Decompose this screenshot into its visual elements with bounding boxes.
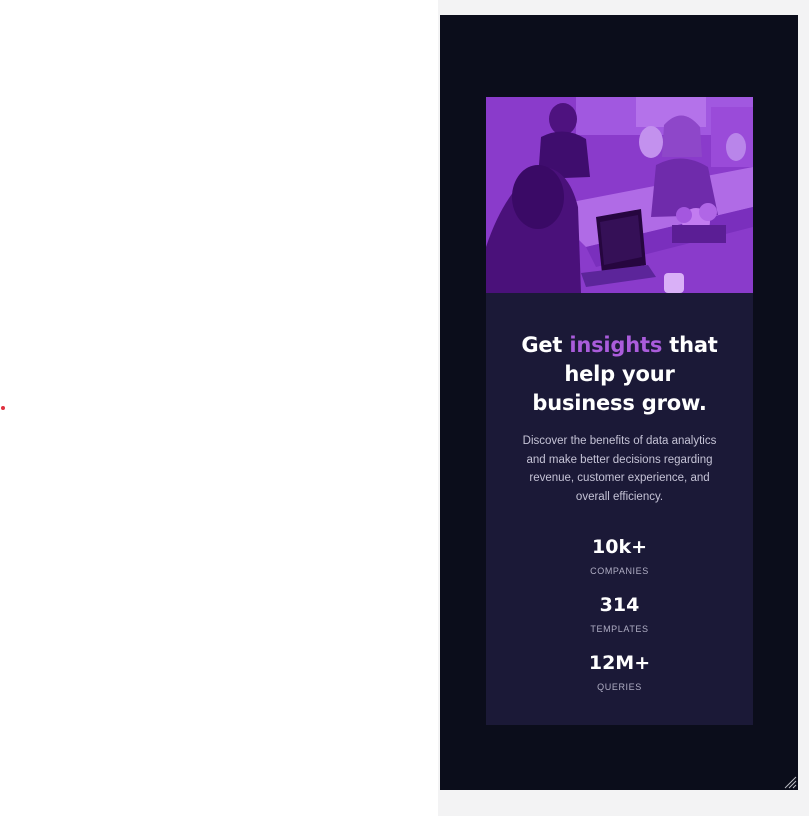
page: Get insights that help your business gro… xyxy=(0,0,809,816)
stat-label: COMPANIES xyxy=(590,566,649,576)
marker-dot xyxy=(1,406,5,410)
stat-label: QUERIES xyxy=(597,682,642,692)
stats-list: 10k+ COMPANIES 314 TEMPLATES 12M+ QUERIE… xyxy=(510,536,729,693)
heading-prefix: Get xyxy=(521,333,570,357)
blank-left-pane xyxy=(0,0,438,816)
office-photo-illustration xyxy=(486,97,753,293)
stat-label: TEMPLATES xyxy=(590,624,649,634)
heading-accent: insights xyxy=(569,333,663,357)
resize-grip-icon[interactable] xyxy=(783,775,797,789)
stat-value: 10k+ xyxy=(592,536,647,558)
stat-item: 12M+ QUERIES xyxy=(510,652,729,693)
device-frame: Get insights that help your business gro… xyxy=(440,15,798,790)
stat-item: 10k+ COMPANIES xyxy=(510,536,729,577)
stats-preview-card: Get insights that help your business gro… xyxy=(486,97,753,725)
card-heading: Get insights that help your business gro… xyxy=(510,331,729,418)
stat-value: 314 xyxy=(599,594,640,616)
card-description: Discover the benefits of data analytics … xyxy=(522,435,717,503)
stat-item: 314 TEMPLATES xyxy=(510,594,729,635)
hero-image xyxy=(486,97,753,293)
stat-value: 12M+ xyxy=(588,652,651,674)
card-content: Get insights that help your business gro… xyxy=(486,293,753,693)
